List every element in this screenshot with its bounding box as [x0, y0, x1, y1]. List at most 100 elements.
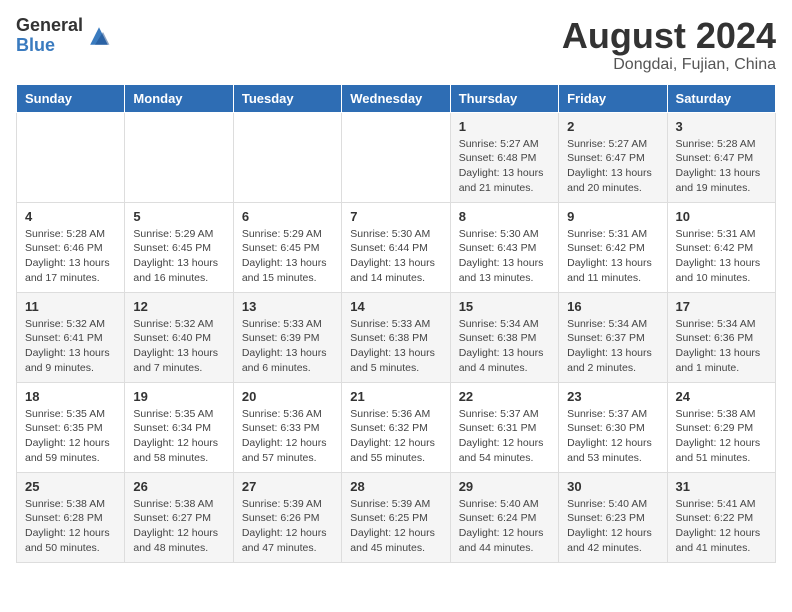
- calendar-cell: [233, 112, 341, 202]
- page-header: General Blue August 2024 Dongdai, Fujian…: [16, 16, 776, 74]
- calendar-cell: 21 Sunrise: 5:36 AM Sunset: 6:32 PM Dayli…: [342, 382, 450, 472]
- day-number: 31: [676, 479, 767, 494]
- calendar-cell: 3Sunrise: 5:28 AM Sunset: 6:47 PM Daylig…: [667, 112, 775, 202]
- cell-content: Sunrise: 5:30 AM Sunset: 6:44 PM Dayligh…: [350, 227, 441, 286]
- day-number: 27: [242, 479, 333, 494]
- cell-content: Sunrise: 5:31 AM Sunset: 6:42 PM Dayligh…: [676, 227, 767, 286]
- logo-blue: Blue: [16, 36, 83, 56]
- cell-content: Sunrise: 5:38 AM Sunset: 6:28 PM Dayligh…: [25, 497, 116, 556]
- day-number: 25: [25, 479, 116, 494]
- calendar-cell: 25 Sunrise: 5:38 AM Sunset: 6:28 PM Dayli…: [17, 472, 125, 562]
- day-number: 24: [676, 389, 767, 404]
- cell-content: Sunrise: 5:27 AM Sunset: 6:48 PM Dayligh…: [459, 137, 550, 196]
- day-number: 15: [459, 299, 550, 314]
- calendar-cell: 18Sunrise: 5:35 AM Sunset: 6:35 PM Dayli…: [17, 382, 125, 472]
- cell-content: Sunrise: 5:37 AM Sunset: 6:31 PM Dayligh…: [459, 407, 550, 466]
- day-number: 21: [350, 389, 441, 404]
- calendar-cell: 17Sunrise: 5:34 AM Sunset: 6:36 PM Dayli…: [667, 292, 775, 382]
- calendar-table: SundayMondayTuesdayWednesdayThursdayFrid…: [16, 84, 776, 563]
- day-number: 3: [676, 119, 767, 134]
- day-number: 1: [459, 119, 550, 134]
- cell-content: Sunrise: 5:31 AM Sunset: 6:42 PM Dayligh…: [567, 227, 658, 286]
- calendar-cell: 20Sunrise: 5:36 AM Sunset: 6:33 PM Dayli…: [233, 382, 341, 472]
- cell-content: Sunrise: 5:35 AM Sunset: 6:35 PM Dayligh…: [25, 407, 116, 466]
- calendar-cell: 19 Sunrise: 5:35 AM Sunset: 6:34 PM Dayli…: [125, 382, 233, 472]
- weekday-header-monday: Monday: [125, 84, 233, 112]
- week-row-2: 4 Sunrise: 5:28 AM Sunset: 6:46 PM Daylig…: [17, 202, 776, 292]
- cell-content: Sunrise: 5:40 AM Sunset: 6:23 PM Dayligh…: [567, 497, 658, 556]
- cell-content: Sunrise: 5:33 AM Sunset: 6:39 PM Dayligh…: [242, 317, 333, 376]
- calendar-cell: 23Sunrise: 5:37 AM Sunset: 6:30 PM Dayli…: [559, 382, 667, 472]
- cell-content: Sunrise: 5:35 AM Sunset: 6:34 PM Dayligh…: [133, 407, 224, 466]
- day-number: 5: [133, 209, 224, 224]
- week-row-5: 25 Sunrise: 5:38 AM Sunset: 6:28 PM Dayli…: [17, 472, 776, 562]
- calendar-cell: 1 Sunrise: 5:27 AM Sunset: 6:48 PM Daylig…: [450, 112, 558, 202]
- day-number: 26: [133, 479, 224, 494]
- cell-content: Sunrise: 5:28 AM Sunset: 6:46 PM Dayligh…: [25, 227, 116, 286]
- weekday-header-saturday: Saturday: [667, 84, 775, 112]
- day-number: 17: [676, 299, 767, 314]
- day-number: 6: [242, 209, 333, 224]
- day-number: 14: [350, 299, 441, 314]
- cell-content: Sunrise: 5:32 AM Sunset: 6:40 PM Dayligh…: [133, 317, 224, 376]
- calendar-cell: 13 Sunrise: 5:33 AM Sunset: 6:39 PM Dayli…: [233, 292, 341, 382]
- cell-content: Sunrise: 5:32 AM Sunset: 6:41 PM Dayligh…: [25, 317, 116, 376]
- cell-content: Sunrise: 5:40 AM Sunset: 6:24 PM Dayligh…: [459, 497, 550, 556]
- calendar-cell: 5 Sunrise: 5:29 AM Sunset: 6:45 PM Daylig…: [125, 202, 233, 292]
- cell-content: Sunrise: 5:34 AM Sunset: 6:38 PM Dayligh…: [459, 317, 550, 376]
- day-number: 29: [459, 479, 550, 494]
- calendar-cell: 31Sunrise: 5:41 AM Sunset: 6:22 PM Dayli…: [667, 472, 775, 562]
- day-number: 16: [567, 299, 658, 314]
- calendar-cell: 10 Sunrise: 5:31 AM Sunset: 6:42 PM Dayli…: [667, 202, 775, 292]
- day-number: 4: [25, 209, 116, 224]
- logo-icon: [87, 24, 111, 48]
- day-number: 10: [676, 209, 767, 224]
- calendar-cell: 27 Sunrise: 5:39 AM Sunset: 6:26 PM Dayli…: [233, 472, 341, 562]
- cell-content: Sunrise: 5:29 AM Sunset: 6:45 PM Dayligh…: [242, 227, 333, 286]
- calendar-cell: 2 Sunrise: 5:27 AM Sunset: 6:47 PM Daylig…: [559, 112, 667, 202]
- cell-content: Sunrise: 5:38 AM Sunset: 6:27 PM Dayligh…: [133, 497, 224, 556]
- day-number: 28: [350, 479, 441, 494]
- calendar-cell: [17, 112, 125, 202]
- calendar-cell: 14 Sunrise: 5:33 AM Sunset: 6:38 PM Dayli…: [342, 292, 450, 382]
- calendar-cell: 11Sunrise: 5:32 AM Sunset: 6:41 PM Dayli…: [17, 292, 125, 382]
- calendar-cell: 24 Sunrise: 5:38 AM Sunset: 6:29 PM Dayli…: [667, 382, 775, 472]
- calendar-cell: 9 Sunrise: 5:31 AM Sunset: 6:42 PM Daylig…: [559, 202, 667, 292]
- weekday-header-sunday: Sunday: [17, 84, 125, 112]
- title-block: August 2024 Dongdai, Fujian, China: [562, 16, 776, 74]
- month-title: August 2024: [562, 16, 776, 56]
- cell-content: Sunrise: 5:33 AM Sunset: 6:38 PM Dayligh…: [350, 317, 441, 376]
- day-number: 2: [567, 119, 658, 134]
- logo-text: General Blue: [16, 16, 83, 56]
- cell-content: Sunrise: 5:39 AM Sunset: 6:25 PM Dayligh…: [350, 497, 441, 556]
- calendar-cell: 22Sunrise: 5:37 AM Sunset: 6:31 PM Dayli…: [450, 382, 558, 472]
- cell-content: Sunrise: 5:27 AM Sunset: 6:47 PM Dayligh…: [567, 137, 658, 196]
- calendar-cell: 12Sunrise: 5:32 AM Sunset: 6:40 PM Dayli…: [125, 292, 233, 382]
- calendar-cell: [342, 112, 450, 202]
- day-number: 19: [133, 389, 224, 404]
- week-row-3: 11Sunrise: 5:32 AM Sunset: 6:41 PM Dayli…: [17, 292, 776, 382]
- weekday-header-thursday: Thursday: [450, 84, 558, 112]
- cell-content: Sunrise: 5:29 AM Sunset: 6:45 PM Dayligh…: [133, 227, 224, 286]
- location: Dongdai, Fujian, China: [562, 56, 776, 74]
- day-number: 8: [459, 209, 550, 224]
- cell-content: Sunrise: 5:39 AM Sunset: 6:26 PM Dayligh…: [242, 497, 333, 556]
- day-number: 20: [242, 389, 333, 404]
- day-number: 7: [350, 209, 441, 224]
- week-row-4: 18Sunrise: 5:35 AM Sunset: 6:35 PM Dayli…: [17, 382, 776, 472]
- day-number: 13: [242, 299, 333, 314]
- day-number: 30: [567, 479, 658, 494]
- logo-general: General: [16, 16, 83, 36]
- cell-content: Sunrise: 5:34 AM Sunset: 6:37 PM Dayligh…: [567, 317, 658, 376]
- weekday-header-friday: Friday: [559, 84, 667, 112]
- calendar-cell: 15 Sunrise: 5:34 AM Sunset: 6:38 PM Dayli…: [450, 292, 558, 382]
- day-number: 9: [567, 209, 658, 224]
- calendar-cell: 16 Sunrise: 5:34 AM Sunset: 6:37 PM Dayli…: [559, 292, 667, 382]
- cell-content: Sunrise: 5:36 AM Sunset: 6:32 PM Dayligh…: [350, 407, 441, 466]
- weekday-header-wednesday: Wednesday: [342, 84, 450, 112]
- cell-content: Sunrise: 5:38 AM Sunset: 6:29 PM Dayligh…: [676, 407, 767, 466]
- calendar-cell: 28 Sunrise: 5:39 AM Sunset: 6:25 PM Dayli…: [342, 472, 450, 562]
- weekday-header-tuesday: Tuesday: [233, 84, 341, 112]
- day-number: 23: [567, 389, 658, 404]
- calendar-cell: 8Sunrise: 5:30 AM Sunset: 6:43 PM Daylig…: [450, 202, 558, 292]
